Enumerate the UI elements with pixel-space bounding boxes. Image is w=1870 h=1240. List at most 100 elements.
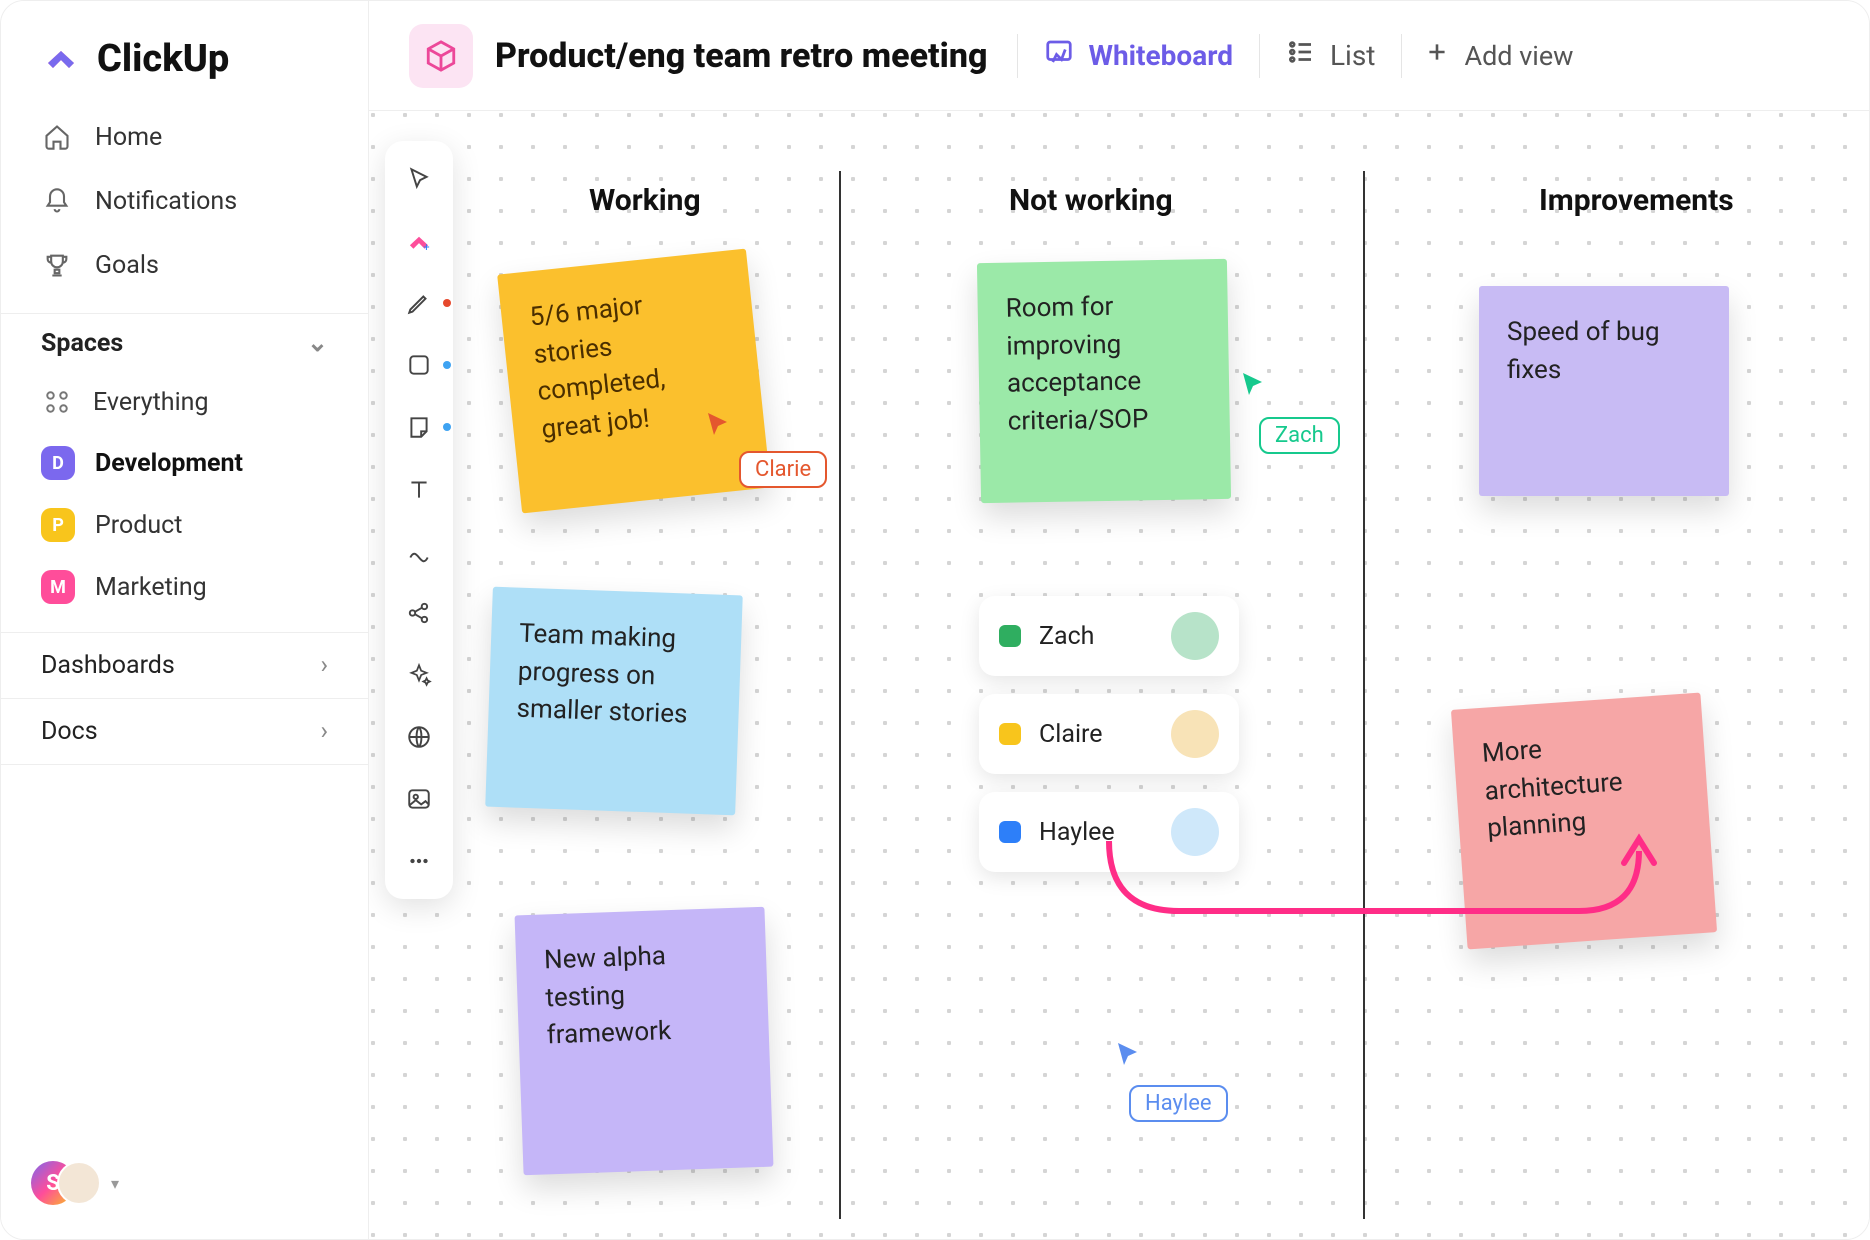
cursor-icon [1114,1041,1144,1071]
task-name: Zach [1039,622,1094,651]
space-everything-label: Everything [93,388,209,417]
space-product[interactable]: P Product [1,494,368,556]
plus-icon [1424,39,1450,72]
space-marketing-label: Marketing [95,573,207,602]
task-card[interactable]: Haylee [979,792,1239,872]
caret-down-icon: ▾ [111,1174,119,1193]
space-product-label: Product [95,511,182,540]
space-marketing-badge: M [41,570,75,604]
status-square [999,723,1021,745]
task-name: Claire [1039,720,1103,749]
user-avatar [57,1161,101,1205]
column-header-not-working: Not working [1009,183,1173,218]
nav-notifications[interactable]: Notifications [1,169,368,233]
note-text: New alpha testing framework [544,941,672,1051]
sticky-note[interactable]: Team making progress on smaller stories [485,587,743,816]
space-development-label: Development [95,449,243,478]
sticky-note[interactable]: Speed of bug fixes [1479,286,1729,496]
connector-tool[interactable] [401,533,437,569]
svg-text:+: + [423,241,429,254]
cursor-icon [704,411,734,441]
task-card-stack: Zach Claire Haylee [979,596,1239,872]
sticky-note[interactable]: Room for improving acceptance criteria/S… [977,259,1231,503]
clickup-ai-tool[interactable]: + [401,223,437,259]
status-square [999,821,1021,843]
space-product-badge: P [41,508,75,542]
space-dev-badge: D [41,446,75,480]
dashboards-label: Dashboards [41,651,175,680]
nav-home-label: Home [95,123,162,152]
note-text: More architecture planning [1481,735,1623,844]
column-header-working: Working [589,183,701,218]
page-title: Product/eng team retro meeting [495,36,987,76]
brand-row: ClickUp [1,1,368,105]
whiteboard-icon [1044,37,1074,74]
column-divider [1363,171,1365,1219]
avatar [1171,710,1219,758]
separator [1017,34,1018,78]
avatar [1171,808,1219,856]
space-development[interactable]: D Development [1,432,368,494]
sticky-note[interactable]: More architecture planning [1451,693,1717,950]
sparkle-tool[interactable] [401,657,437,693]
add-view-button[interactable]: Add view [1424,39,1573,72]
task-name: Haylee [1039,818,1115,847]
spaces-header[interactable]: Spaces ⌄ [1,313,368,372]
note-text: 5/6 major stories completed, great job! [528,291,666,445]
shape-tool[interactable] [401,347,437,383]
column-header-improvements: Improvements [1539,183,1734,218]
more-tool[interactable] [401,843,437,879]
separator [1401,34,1402,78]
list-icon [1286,37,1316,74]
separator [1259,34,1260,78]
clickup-logo-icon [41,37,81,81]
whiteboard-toolbar: + [385,141,453,899]
note-text: Team making progress on smaller stories [516,619,688,730]
brand-label: ClickUp [97,37,229,81]
user-menu[interactable]: S ▾ [1,1127,368,1239]
everything-icon [41,386,73,418]
chevron-right-icon: › [320,717,328,746]
bell-icon [41,185,73,217]
tab-whiteboard-label: Whiteboard [1088,39,1232,72]
space-everything[interactable]: Everything [1,372,368,432]
sticky-note[interactable]: 5/6 major stories completed, great job! [497,249,771,514]
sticky-tool[interactable] [401,409,437,445]
chevron-down-icon: ⌄ [307,328,328,358]
image-tool[interactable] [401,781,437,817]
project-icon[interactable] [409,24,473,88]
status-square [999,625,1021,647]
docs-label: Docs [41,717,98,746]
whiteboard-canvas[interactable]: + Working Not working Improvements 5/6 m… [369,111,1869,1239]
sidebar: ClickUp Home Notifications Goals Spaces … [1,1,369,1239]
note-text: Speed of bug fixes [1507,317,1660,385]
tab-list[interactable]: List [1282,31,1380,80]
text-tool[interactable] [401,471,437,507]
globe-tool[interactable] [401,719,437,755]
nav-goals-label: Goals [95,251,159,280]
cursor-icon [1239,371,1269,401]
nav-notifications-label: Notifications [95,187,237,216]
trophy-icon [41,249,73,281]
avatar [1171,612,1219,660]
share-tool[interactable] [401,595,437,631]
nav-goals[interactable]: Goals [1,233,368,297]
tab-list-label: List [1330,39,1376,72]
tab-whiteboard[interactable]: Whiteboard [1040,31,1236,80]
section-docs[interactable]: Docs › [1,698,368,765]
cursor-label-haylee: Haylee [1129,1085,1228,1122]
task-card[interactable]: Claire [979,694,1239,774]
add-view-label: Add view [1464,40,1573,72]
nav-home[interactable]: Home [1,105,368,169]
cursor-label-zach: Zach [1259,417,1340,454]
section-dashboards[interactable]: Dashboards › [1,632,368,698]
spaces-label: Spaces [41,329,123,358]
space-marketing[interactable]: M Marketing [1,556,368,618]
sticky-note[interactable]: New alpha testing framework [515,907,774,1176]
column-divider [839,171,841,1219]
cursor-tool[interactable] [401,161,437,197]
task-card[interactable]: Zach [979,596,1239,676]
topbar: Product/eng team retro meeting Whiteboar… [369,1,1869,111]
pen-tool[interactable] [401,285,437,321]
home-icon [41,121,73,153]
